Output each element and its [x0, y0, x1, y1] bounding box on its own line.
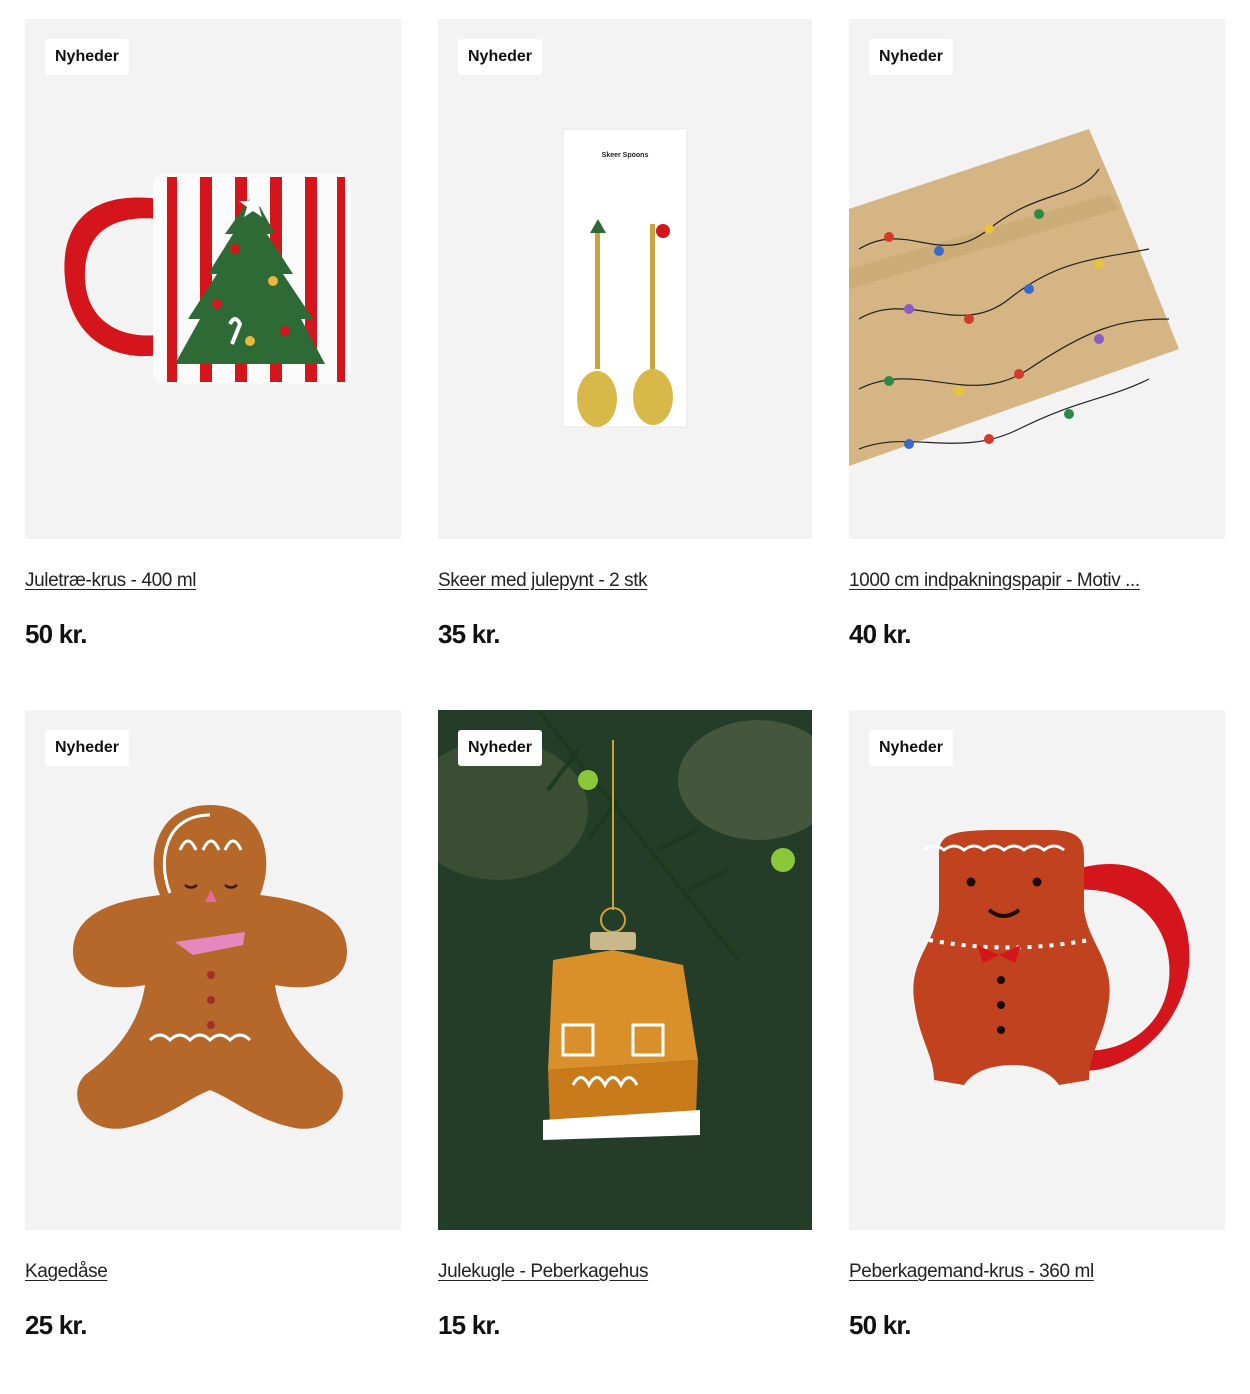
product-grid: Nyheder Juletræ-krus - 400 ml 50 kr. Nyh…: [0, 0, 1250, 1394]
product-card[interactable]: Nyheder Skeer Spoons Skeer med julepynt …: [438, 19, 812, 649]
gingerbread-mug-image: [913, 830, 1190, 1085]
product-price: 50 kr.: [849, 1310, 912, 1340]
product-price: 50 kr.: [25, 619, 88, 649]
product-name-link[interactable]: Juletræ-krus - 400 ml: [25, 570, 345, 592]
product-image[interactable]: Nyheder: [438, 710, 812, 1230]
product-card[interactable]: Nyheder Kagedåse 25 kr.: [25, 710, 401, 1340]
product-price: 15 kr.: [438, 1310, 501, 1340]
gingerbread-house-ornament-image: [438, 710, 812, 1230]
product-price: 35 kr.: [438, 619, 501, 649]
product-card[interactable]: Nyheder: [25, 19, 401, 649]
product-card[interactable]: Nyheder Peberkagemand-krus - 360 ml 50 k…: [849, 710, 1225, 1340]
product-price: 25 kr.: [25, 1310, 88, 1340]
new-badge: Nyheder: [458, 730, 543, 766]
christmas-tree-mug-image: [64, 174, 351, 384]
new-badge: Nyheder: [869, 730, 954, 766]
product-name-link[interactable]: Julekugle - Peberkagehus: [438, 1261, 758, 1283]
product-image[interactable]: Nyheder: [25, 710, 401, 1230]
christmas-spoons-image: Skeer Spoons: [562, 128, 688, 428]
product-name-link[interactable]: 1000 cm indpakningspapir - Motiv ...: [849, 570, 1169, 592]
product-image[interactable]: Nyheder Skeer Spoons: [438, 19, 812, 539]
product-name-link[interactable]: Skeer med julepynt - 2 stk: [438, 570, 758, 592]
product-name-link[interactable]: Peberkagemand-krus - 360 ml: [849, 1261, 1169, 1283]
new-badge: Nyheder: [45, 730, 130, 766]
new-badge: Nyheder: [869, 39, 954, 75]
package-label: Skeer Spoons: [602, 152, 649, 159]
product-card[interactable]: Nyheder Julekugle - Peberkagehus 15 kr.: [438, 710, 812, 1340]
product-image[interactable]: Nyheder: [849, 710, 1225, 1230]
new-badge: Nyheder: [458, 39, 543, 75]
product-image[interactable]: Nyheder: [25, 19, 401, 539]
product-name-link[interactable]: Kagedåse: [25, 1261, 345, 1283]
product-price: 40 kr.: [849, 619, 912, 649]
wrapping-paper-image: [849, 129, 1179, 466]
gingerbread-tin-image: [72, 805, 348, 1129]
new-badge: Nyheder: [45, 39, 130, 75]
product-image[interactable]: Nyheder: [849, 19, 1225, 539]
product-card[interactable]: Nyheder: [849, 19, 1225, 649]
